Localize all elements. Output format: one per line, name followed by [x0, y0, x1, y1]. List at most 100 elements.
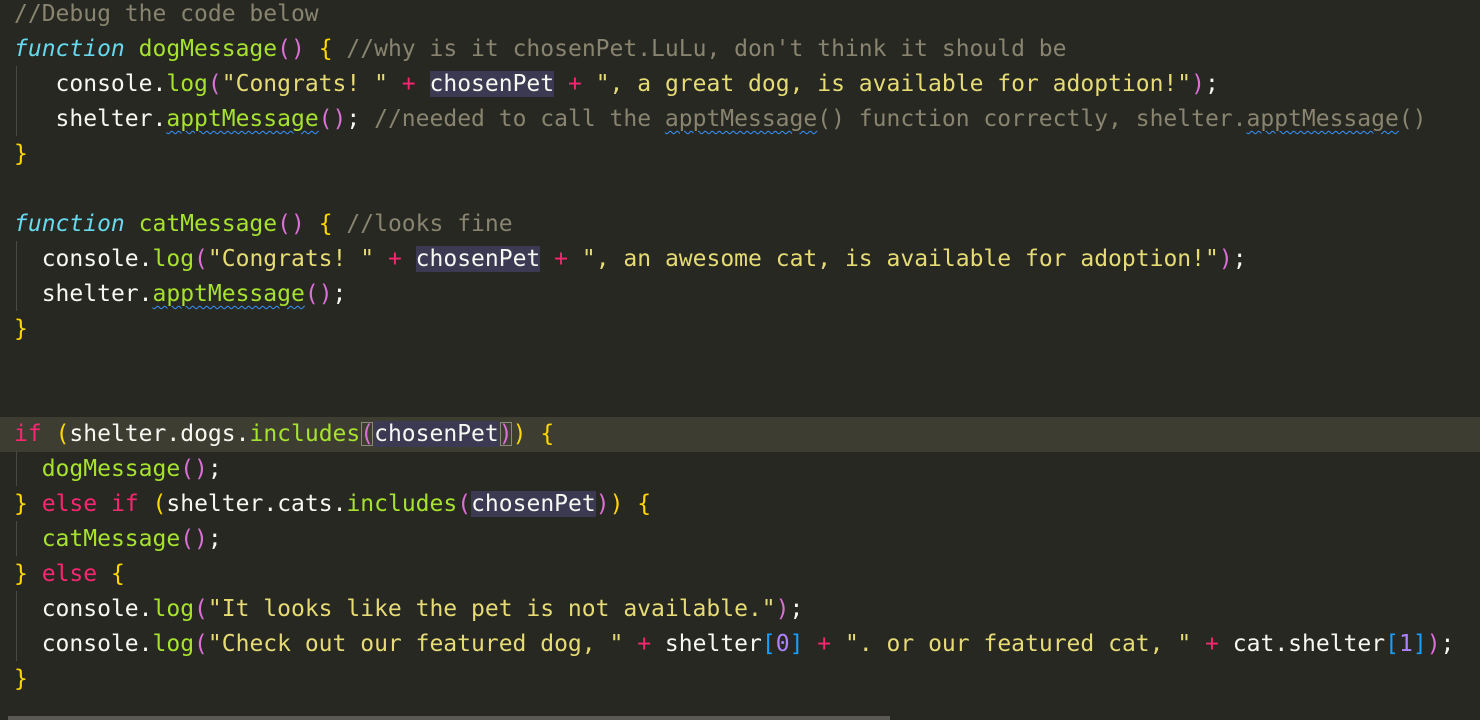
code-token: else	[41, 491, 98, 517]
code-token: catMessage	[138, 211, 278, 237]
code-token: )	[194, 456, 208, 482]
code-token: )	[1426, 631, 1441, 657]
code-line[interactable]: dogMessage();	[0, 452, 1480, 487]
code-line[interactable]: shelter.apptMessage(); //needed to call …	[0, 102, 1480, 137]
code-token: .	[152, 71, 167, 97]
code-editor[interactable]: //Debug the code below function dogMessag…	[0, 0, 1480, 720]
code-token: )	[290, 211, 305, 237]
indent-guide	[16, 521, 17, 556]
code-token: )	[595, 491, 610, 517]
code-token: ;	[346, 106, 361, 132]
code-line[interactable]: console.log("Check out our featured dog,…	[0, 627, 1480, 662]
code-line[interactable]: shelter.apptMessage();	[0, 277, 1480, 312]
code-token: shelter	[664, 631, 762, 657]
code-line[interactable]	[0, 347, 1480, 382]
code-token: apptMessage	[664, 106, 818, 132]
indent-guide	[16, 241, 17, 311]
code-token: console	[41, 631, 139, 657]
code-token: 1	[1398, 631, 1413, 657]
code-token: chosenPet	[415, 246, 541, 272]
code-line-content: function dogMessage() { //why is it chos…	[14, 32, 1066, 67]
code-token: log	[166, 71, 208, 97]
code-token: [	[1385, 631, 1399, 657]
code-token: catMessage	[41, 526, 181, 552]
code-token: includes	[346, 491, 458, 517]
code-token: +	[387, 246, 402, 272]
code-line-content: shelter.apptMessage(); //needed to call …	[14, 102, 1427, 137]
code-token: (	[360, 421, 375, 447]
code-token: ". or our featured cat, "	[845, 631, 1192, 657]
code-token: (	[277, 211, 291, 237]
code-token: }	[14, 141, 28, 167]
code-token: .	[138, 596, 153, 622]
code-token: [	[761, 631, 776, 657]
code-token: }	[14, 561, 28, 587]
code-token: shelter	[166, 491, 264, 517]
code-line[interactable]: if (shelter.dogs.includes(chosenPet)) {	[0, 417, 1480, 452]
code-token: if	[110, 491, 139, 517]
code-token: ;	[789, 596, 804, 622]
code-token: //why is it chosenPet.LuLu, don't think …	[346, 36, 1067, 62]
code-token: dogMessage	[138, 36, 278, 62]
code-token: log	[152, 631, 195, 657]
code-line[interactable]: } else if (shelter.cats.includes(chosenP…	[0, 487, 1480, 522]
code-token: )	[775, 596, 790, 622]
code-token: ", an awesome cat, is available for adop…	[581, 246, 1219, 272]
code-token: (	[180, 456, 195, 482]
code-token: cats	[277, 491, 333, 517]
code-token: (	[55, 421, 70, 447]
code-line-content: console.log("It looks like the pet is no…	[14, 592, 804, 627]
code-line[interactable]: }	[0, 137, 1480, 172]
code-line[interactable]: }	[0, 662, 1480, 697]
code-token: (	[152, 491, 167, 517]
code-token: (	[180, 526, 195, 552]
code-token: )	[498, 421, 513, 447]
code-line[interactable]: catMessage();	[0, 522, 1480, 557]
code-token: "Congrats! "	[207, 246, 375, 272]
code-line[interactable]: function catMessage() { //looks fine	[0, 207, 1480, 242]
code-token: }	[14, 491, 28, 517]
code-token: shelter	[41, 281, 139, 307]
code-token: (	[457, 491, 472, 517]
code-token: (	[304, 281, 319, 307]
code-token: {	[318, 211, 333, 237]
code-token: ", a great dog, is available for adoptio…	[595, 71, 1192, 97]
code-line[interactable]: console.log("Congrats! " + chosenPet + "…	[0, 242, 1480, 277]
code-token: //looks fine	[346, 211, 513, 237]
code-line[interactable]: console.log("It looks like the pet is no…	[0, 592, 1480, 627]
horizontal-scrollbar[interactable]	[8, 716, 890, 720]
code-line[interactable]: //Debug the code below	[0, 0, 1480, 32]
code-line[interactable]: } else {	[0, 557, 1480, 592]
code-token: () function correctly, shelter.	[817, 106, 1247, 132]
code-line-content: } else {	[14, 557, 125, 592]
code-token: (	[194, 631, 208, 657]
code-token: apptMessage	[1246, 106, 1399, 132]
code-token: console	[55, 71, 153, 97]
code-token: )	[332, 106, 347, 132]
code-line[interactable]	[0, 382, 1480, 417]
code-token: {	[318, 36, 333, 62]
code-token: ;	[1440, 631, 1455, 657]
code-token: "Check out our featured dog, "	[207, 631, 624, 657]
code-token: .	[152, 106, 167, 132]
code-line[interactable]: }	[0, 312, 1480, 347]
code-line[interactable]: function dogMessage() { //why is it chos…	[0, 32, 1480, 67]
code-token: shelter	[69, 421, 167, 447]
code-token: {	[637, 491, 652, 517]
code-line[interactable]: console.log("Congrats! " + chosenPet + "…	[0, 67, 1480, 102]
code-line[interactable]	[0, 172, 1480, 207]
